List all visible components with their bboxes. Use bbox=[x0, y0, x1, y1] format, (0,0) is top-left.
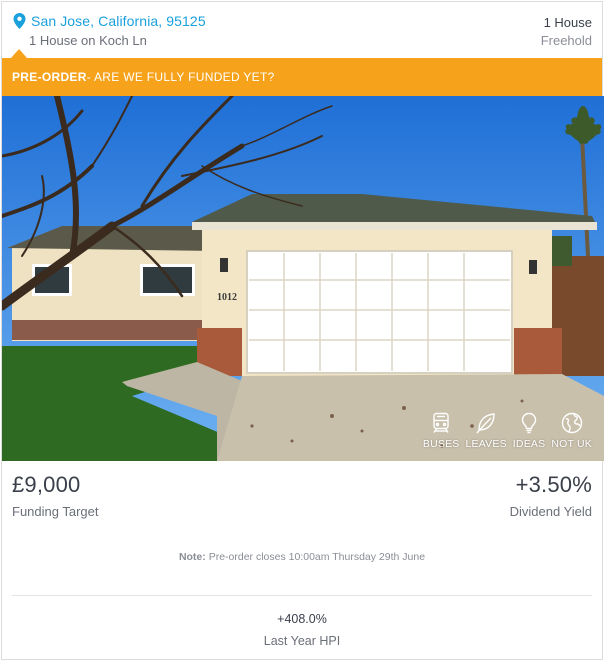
dividend-yield: +3.50% Dividend Yield bbox=[510, 472, 592, 519]
address-text: 1 House on Koch Ln bbox=[29, 33, 147, 48]
leaf-icon bbox=[476, 413, 495, 434]
divider bbox=[12, 595, 592, 596]
preorder-banner[interactable]: PRE-ORDER - ARE WE FULLY FUNDED YET? bbox=[2, 58, 602, 96]
last-year-hpi: +408.0% Last Year HPI bbox=[2, 612, 602, 648]
funding-target: £9,000 Funding Target bbox=[12, 472, 99, 519]
house-number: 1012 bbox=[217, 292, 237, 303]
feature-tags: BUSES LEAVES IDEAS NOT UK bbox=[423, 411, 592, 450]
card-header: San Jose, California, 95125 1 House on K… bbox=[2, 2, 602, 58]
tenure: Freehold bbox=[540, 33, 592, 48]
hpi-value: +408.0% bbox=[277, 612, 327, 626]
funding-target-value: £9,000 bbox=[12, 472, 81, 497]
property-type: 1 House bbox=[543, 15, 592, 30]
globe-icon bbox=[561, 412, 582, 434]
banner-notch bbox=[11, 49, 27, 58]
hpi-label: Last Year HPI bbox=[263, 634, 341, 648]
tag-not-uk[interactable]: NOT UK bbox=[551, 411, 592, 450]
property-photo[interactable]: 1012 bbox=[2, 96, 604, 461]
tag-label: BUSES bbox=[422, 438, 460, 450]
note-label: Note: bbox=[178, 551, 206, 563]
tag-leaves[interactable]: LEAVES bbox=[466, 411, 507, 450]
location-link[interactable]: San Jose, California, 95125 bbox=[13, 13, 206, 29]
tag-buses[interactable]: BUSES bbox=[423, 411, 460, 450]
banner-text: - ARE WE FULLY FUNDED YET? bbox=[86, 70, 275, 84]
tag-label: NOT UK bbox=[551, 438, 592, 450]
map-pin-icon bbox=[13, 13, 26, 29]
banner-label: PRE-ORDER bbox=[12, 70, 87, 84]
funding-target-label: Funding Target bbox=[12, 504, 99, 519]
city-line[interactable]: San Jose, California, 95125 bbox=[31, 13, 206, 29]
train-icon bbox=[433, 412, 449, 433]
dividend-yield-label: Dividend Yield bbox=[509, 504, 592, 519]
tag-ideas[interactable]: IDEAS bbox=[513, 411, 546, 450]
dividend-yield-value: +3.50% bbox=[515, 472, 592, 497]
tag-label: IDEAS bbox=[512, 438, 546, 450]
note-text: Pre-order closes 10:00am Thursday 29th J… bbox=[205, 551, 426, 563]
property-card[interactable]: San Jose, California, 95125 1 House on K… bbox=[1, 1, 604, 660]
lightbulb-icon bbox=[521, 412, 537, 434]
tag-label: LEAVES bbox=[465, 438, 507, 450]
preorder-note: Note: Pre-order closes 10:00am Thursday … bbox=[2, 551, 602, 563]
